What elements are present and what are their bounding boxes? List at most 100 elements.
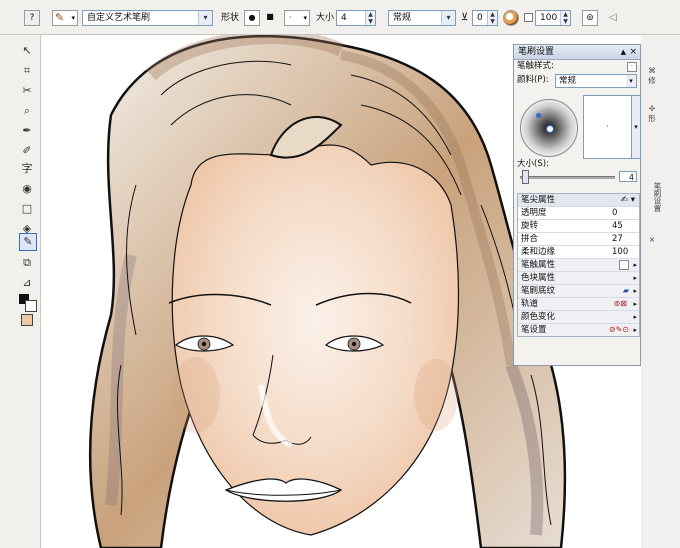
expand-arrow-icon[interactable]: ▸: [633, 272, 637, 284]
property-row[interactable]: 透明度 0: [518, 207, 639, 220]
section-stroke-properties[interactable]: 笔触属性 ▸: [518, 259, 639, 272]
pointer-tool-icon[interactable]: ↖: [19, 43, 35, 59]
docker-tab-label: 形: [648, 114, 656, 123]
paintbrush-icon: ✎: [55, 11, 65, 24]
orbit-icon[interactable]: ⊚⊠: [614, 298, 627, 310]
eyedropper-tool-icon[interactable]: ✒: [19, 123, 35, 139]
color-circle-button[interactable]: [503, 10, 519, 26]
section-pen-settings[interactable]: 笔设置 ⊘✎⊙ ▸: [518, 324, 639, 336]
collapse-icon[interactable]: ◁: [609, 12, 617, 24]
property-value[interactable]: 27: [612, 233, 623, 245]
expand-arrow-icon[interactable]: ▸: [633, 285, 637, 297]
spinner-arrows-icon[interactable]: ▲ ▼: [365, 11, 375, 25]
brush-settings-panel: 笔刷设置 ▲ × 笔触样式: · 颜料(P): 常规 ▾ · ▾ 大小(S): …: [513, 44, 641, 366]
size-field[interactable]: 4: [619, 171, 637, 182]
spinner-arrows-icon[interactable]: ▲ ▼: [487, 11, 497, 25]
brush-name-dropdown[interactable]: 自定义艺术笔刷 ▾: [82, 10, 213, 26]
property-label: 透明度: [521, 208, 547, 218]
nib-style-expand-icon[interactable]: ·: [627, 62, 637, 72]
expand-arrow-icon[interactable]: ▸: [633, 298, 637, 310]
nib-dot-icon: ·: [606, 122, 609, 131]
section-color-block[interactable]: 色块属性 ▸: [518, 272, 639, 285]
transparency-value: 0: [477, 13, 483, 23]
paint-dropdown[interactable]: 常规 ▾: [555, 74, 637, 88]
brush-type-dropdown[interactable]: ✎ ▾: [52, 10, 78, 26]
text-tool-icon[interactable]: 字: [19, 161, 35, 177]
chevron-down-icon: ▾: [626, 75, 636, 87]
nib-properties-header[interactable]: 笔尖属性 ✍ ▾: [518, 194, 639, 207]
spinner-arrows-icon[interactable]: ▲ ▼: [560, 11, 570, 25]
brush-tool-icon[interactable]: ✎: [19, 233, 37, 251]
property-label: 柔和边缘: [521, 247, 556, 257]
expand-arrow-icon[interactable]: ▸: [633, 324, 637, 336]
size-slider-thumb[interactable]: [522, 170, 529, 184]
preset-icon[interactable]: ?: [24, 10, 40, 26]
zoom-tool-icon[interactable]: ⌕: [19, 103, 35, 119]
property-value[interactable]: 100: [612, 246, 628, 258]
stroke-icon[interactable]: [619, 260, 629, 270]
property-value[interactable]: 45: [612, 220, 623, 232]
collapse-arrow-icon[interactable]: ▲: [621, 45, 626, 59]
panel-title: 笔刷设置: [518, 47, 555, 57]
section-orbit[interactable]: 轨道 ⊚⊠ ▸: [518, 298, 639, 311]
crop-tool-icon[interactable]: ⌗: [19, 63, 35, 79]
expand-arrow-icon[interactable]: ▸: [633, 311, 637, 323]
section-color-variation[interactable]: 颜色变化 ▸: [518, 311, 639, 324]
retouch-icon: ⌘: [648, 66, 656, 75]
property-value[interactable]: 0: [612, 207, 617, 219]
shape-tool-icon[interactable]: □: [19, 201, 35, 217]
size-spinbox[interactable]: 4 ▲ ▼: [336, 10, 376, 26]
property-bar: ? ✎ ▾ 自定义艺术笔刷 ▾ 形状 ● ■ · ▾ 大小 4 ▲ ▼ 常规 ▾ …: [0, 0, 680, 35]
merge-mode-value: 常规: [393, 13, 412, 23]
folder-icon[interactable]: ▰: [623, 285, 629, 297]
nib-preview-dropdown[interactable]: ▾: [631, 95, 641, 159]
nib-style-label: 笔触样式:: [517, 61, 554, 71]
size-value: 4: [341, 13, 347, 23]
expand-arrow-icon[interactable]: ▸: [633, 259, 637, 271]
effect-tool-icon[interactable]: ⊿: [19, 275, 35, 291]
settings-icon[interactable]: ⊚: [582, 10, 598, 26]
property-row[interactable]: 柔和边缘 100: [518, 246, 639, 259]
docker-tab-brush-settings[interactable]: 笔刷设置: [647, 182, 663, 212]
size-field-value: 4: [628, 173, 634, 182]
fill-color-swatch[interactable]: [21, 314, 33, 326]
chevron-down-icon: ▾: [198, 11, 212, 25]
docker-tab-label: 笔刷设置: [653, 182, 662, 212]
section-brush-texture[interactable]: 笔刷底纹 ▰ ▸: [518, 285, 639, 298]
docker-tab-strip: ⌘ 修 ✣ 形 笔刷设置 ×: [642, 52, 662, 252]
paint-label: 颜料(P):: [517, 75, 549, 85]
nib-preview-box: ·: [583, 95, 637, 159]
chevron-down-icon: ▾: [441, 11, 455, 25]
object-tool-icon[interactable]: ⧉: [19, 255, 35, 271]
nib-style-row: 笔触样式: ·: [517, 60, 638, 73]
property-label: 拼合: [521, 234, 539, 244]
property-row[interactable]: 拼合 27: [518, 233, 639, 246]
pen-settings-icon[interactable]: ⊘✎⊙: [609, 324, 629, 336]
opacity-spinbox[interactable]: 100 ▲ ▼: [535, 10, 571, 26]
opacity-checkbox[interactable]: [524, 13, 533, 22]
opacity-value: 100: [540, 13, 558, 23]
close-icon[interactable]: ×: [629, 45, 637, 59]
brush-name-value: 自定义艺术笔刷: [87, 13, 151, 23]
size-row: 大小(S):: [517, 158, 638, 171]
round-nib-button[interactable]: ●: [244, 10, 260, 26]
property-row[interactable]: 旋转 45: [518, 220, 639, 233]
square-nib-button[interactable]: ■: [264, 10, 276, 26]
docker-tab-retouch[interactable]: ⌘ 修: [644, 66, 660, 86]
nib-handle-icon[interactable]: [536, 113, 541, 118]
size-slider-track[interactable]: [520, 176, 615, 179]
transparency-spinbox[interactable]: 0 ▲ ▼: [472, 10, 498, 26]
redeye-tool-icon[interactable]: ◉: [19, 181, 35, 197]
nib-tools-icon[interactable]: ✍ ▾: [621, 194, 635, 206]
property-label: 旋转: [521, 221, 539, 231]
merge-mode-dropdown[interactable]: 常规 ▾: [388, 10, 456, 26]
close-icon[interactable]: ×: [644, 235, 660, 244]
nib-shape-dropdown[interactable]: · ▾: [284, 10, 310, 26]
nib-properties-label: 笔尖属性: [521, 195, 556, 205]
eraser-tool-icon[interactable]: ✐: [19, 143, 35, 159]
background-color-swatch[interactable]: [25, 300, 37, 312]
toolbox: ↖ ⌗ ✂ ⌕ ✒ ✐ 字 ◉ □ ◈ ✎ ⧉ ⊿: [0, 35, 41, 548]
docker-tab-shape[interactable]: ✣ 形: [644, 104, 660, 124]
nib-center-icon[interactable]: [546, 125, 554, 133]
mask-tool-icon[interactable]: ✂: [19, 83, 35, 99]
